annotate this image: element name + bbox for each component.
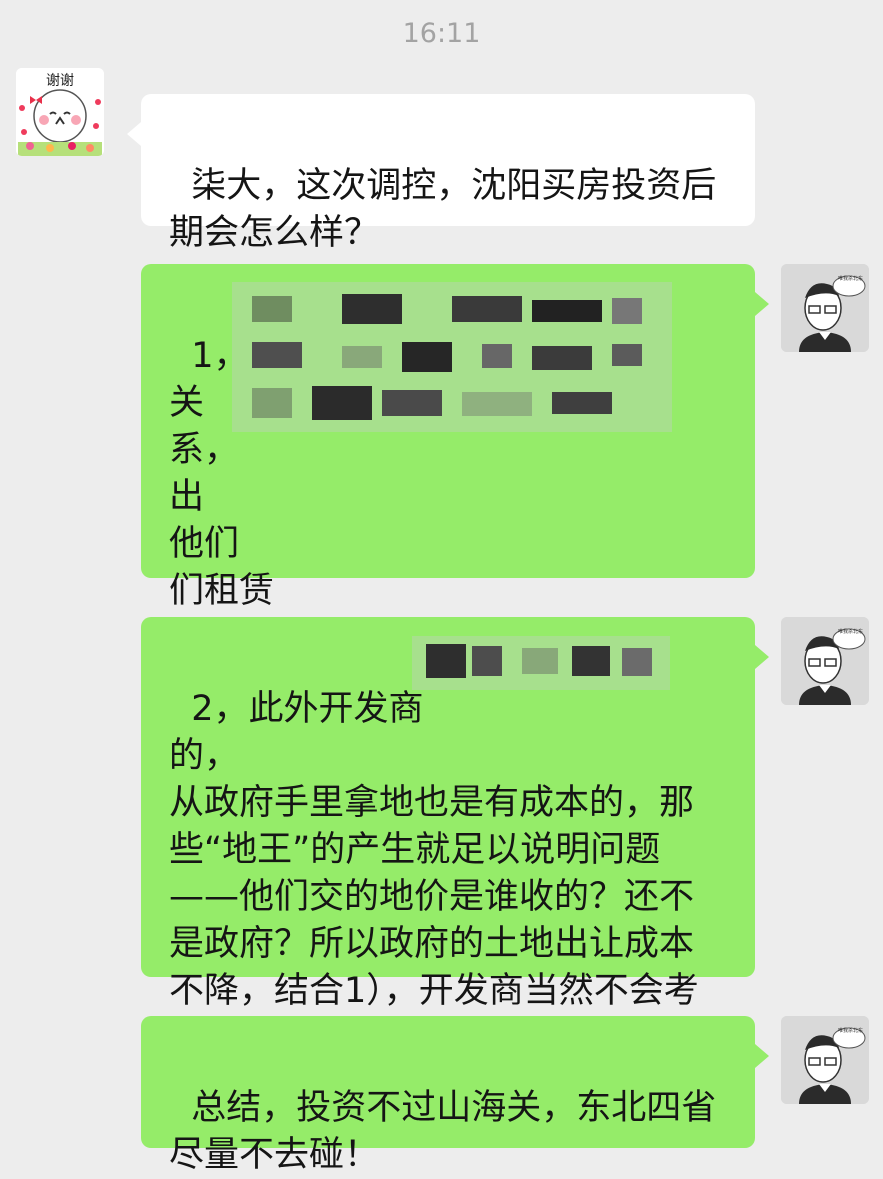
avatar-caption: 唯我杀北东	[838, 1028, 864, 1034]
message-text: 总结，投资不过山海关，东北四省尽量不去碰！	[169, 1088, 717, 1175]
message-text: 柒大，这次调控，沈阳买房投资后期会怎么样？	[169, 166, 717, 253]
incoming-message[interactable]: 柒大，这次调控，沈阳买房投资后期会怎么样？	[127, 94, 755, 253]
message-text: 2，此外开发商 的， 从政府手里拿地也是有成本的，那些“地王”的产生就足以说明问…	[169, 689, 699, 1058]
sender-avatar[interactable]: 谢谢	[16, 68, 104, 156]
sticker-caption: 谢谢	[46, 73, 74, 89]
my-avatar-1[interactable]: 唯我杀北东	[781, 264, 869, 352]
my-avatar-2[interactable]: 唯我杀北东	[781, 617, 869, 705]
avatar-caption: 唯我杀北东	[838, 276, 864, 282]
my-avatar-3[interactable]: 唯我杀北东	[781, 1016, 869, 1104]
outgoing-message-3[interactable]: 总结，投资不过山海关，东北四省尽量不去碰！	[141, 1016, 769, 1175]
privacy-mosaic-1	[232, 282, 672, 432]
timestamp: 16:11	[402, 18, 481, 49]
avatar-caption: 唯我杀北东	[838, 629, 864, 635]
privacy-mosaic-2	[412, 636, 670, 690]
